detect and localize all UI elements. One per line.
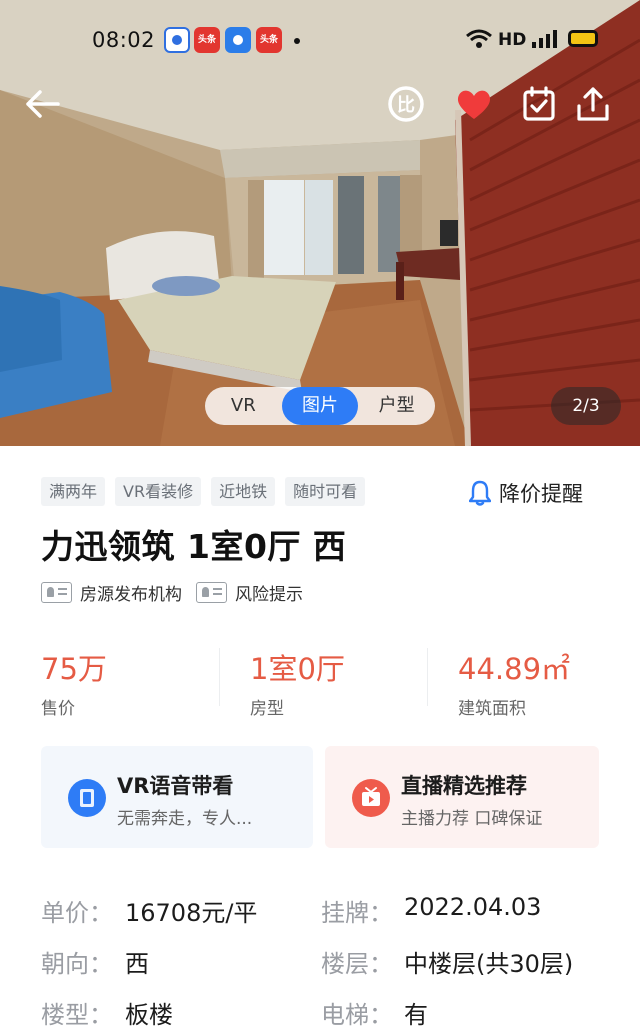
detail-label: 朝向： [41,950,113,978]
status-time: 08:02 [92,28,156,52]
stat-label: 房型 [250,699,284,719]
card-title: VR语音带看 [117,774,234,798]
feature-tags: 满两年 VR看装修 近地铁 随时可看 [41,477,366,506]
vr-headset-icon [68,779,106,817]
photo-counter: 2/3 [551,387,621,425]
risk-notice-link[interactable]: 风险提示 [235,580,303,605]
listing-title: 力迅领筑 1室0厅 西 [41,527,347,566]
tab-photos[interactable]: 图片 [281,387,359,425]
feature-tag: 满两年 [41,477,106,506]
media-tab-switcher: VR 图片 户型 [205,387,435,425]
price-drop-alert-button[interactable]: 降价提醒 [469,478,583,508]
baidu-app-icon [164,27,190,53]
stat-value: 44.89㎡ [458,652,571,686]
detail-value: 有 [404,1001,428,1028]
detail-value: 中楼层(共30层) [404,950,574,978]
detail-label: 楼层： [321,950,393,978]
signal-icon [532,30,557,48]
share-icon [577,87,609,121]
card-title: 直播精选推荐 [401,774,527,798]
stat-label: 建筑面积 [458,699,526,719]
detail-row: 朝向： 西 楼层： 中楼层(共30层) [41,944,601,980]
detail-value: 板楼 [125,1001,173,1028]
share-button[interactable] [573,84,613,124]
card-subtitle: 主播力荐 口碑保证 [401,809,543,829]
shield-card-icon [196,582,227,603]
publisher-link[interactable]: 房源发布机构 [80,580,182,605]
back-button[interactable] [22,84,62,124]
toutiao-app-icon: 头条 [194,27,220,53]
detail-label: 挂牌： [321,899,393,927]
toutiao-app-icon: 头条 [256,27,282,53]
wifi-icon [466,29,492,48]
feature-tag: 近地铁 [211,477,276,506]
status-bar: 08:02 头条 头条 HD [0,0,640,80]
detail-value: 16708元/平 [125,899,258,927]
agency-card-icon [41,582,72,603]
vr-guided-tour-card[interactable]: VR语音带看 无需奔走，专人... [41,746,313,848]
card-subtitle: 无需奔走，专人... [117,809,253,829]
detail-label: 电梯： [321,1001,393,1028]
browser-app-icon [225,27,251,53]
detail-label: 单价： [41,899,113,927]
stat-area: 44.89㎡ 建筑面积 [458,646,570,719]
divider [219,648,220,706]
back-arrow-icon [26,90,60,118]
listing-meta: 房源发布机构 风险提示 [41,580,303,605]
notification-dot-icon [294,38,300,44]
calendar-check-icon [523,86,555,121]
detail-value: 西 [125,950,149,978]
compare-button[interactable]: 比 [386,84,426,124]
battery-icon [568,30,598,47]
detail-row: 楼型： 板楼 电梯： 有 [41,995,601,1028]
tab-floorplan[interactable]: 户型 [358,387,435,425]
stat-label: 售价 [41,699,75,719]
bell-icon [469,480,491,506]
network-type-label: HD [498,30,527,50]
detail-value: 2022.04.03 [404,893,542,921]
tab-vr[interactable]: VR [205,387,282,425]
stat-layout: 1室0厅 房型 [250,646,345,719]
heart-icon [457,90,491,119]
price-alert-label: 降价提醒 [499,482,583,506]
divider [427,648,428,706]
compare-icon: 比 [388,86,424,122]
key-stats: 75万 售价 1室0厅 房型 44.89㎡ 建筑面积 [41,646,601,719]
stat-value: 75万 [41,652,107,686]
favorite-button[interactable] [454,84,494,124]
live-stream-card[interactable]: 直播精选推荐 主播力荐 口碑保证 [325,746,599,848]
listing-photo-gallery[interactable]: 08:02 头条 头条 HD 比 VR 图片 户型 2/3 [0,0,640,446]
feature-tag: VR看装修 [115,477,202,506]
tv-icon [352,779,390,817]
detail-row: 单价： 16708元/平 挂牌： 2022.04.03 [41,893,601,929]
feature-tag: 随时可看 [285,477,366,506]
stat-price: 75万 售价 [41,646,107,719]
detail-label: 楼型： [41,1001,113,1028]
stat-value: 1室0厅 [250,652,345,686]
schedule-viewing-button[interactable] [519,84,559,124]
svg-text:比: 比 [397,95,415,116]
